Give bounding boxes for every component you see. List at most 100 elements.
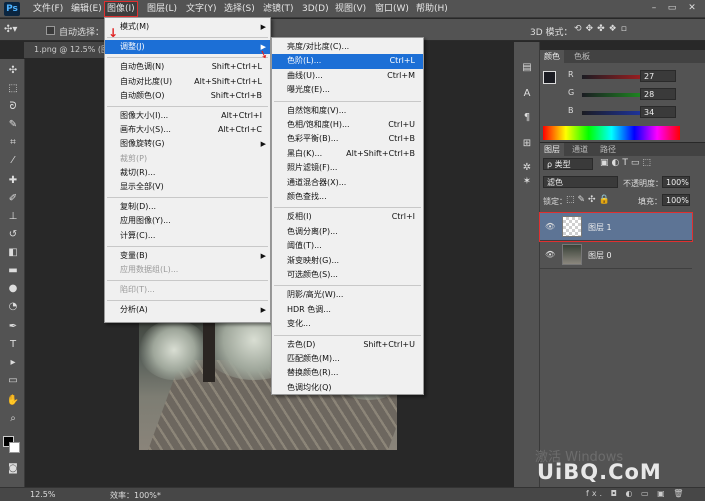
menu-file[interactable]: 文件(F) (31, 2, 65, 16)
image-menu-item[interactable]: 裁切(R)... (105, 166, 270, 180)
adjust-menu-item[interactable]: 照片滤镜(F)... (272, 161, 423, 175)
move-tool-icon[interactable]: ✣ (6, 65, 20, 77)
layer-filter-icons[interactable]: ▣◐T▭⬚ (600, 158, 654, 168)
tab-layers[interactable]: 图层 (540, 143, 564, 156)
blue-value-input[interactable]: 34 (640, 106, 676, 118)
eyedropper-tool-icon[interactable]: ⁄ (6, 155, 20, 167)
fill-input[interactable]: 100% (662, 194, 690, 206)
layer-actions-icons[interactable]: fx. ◘ ◐ ▭ ▣ 🗑 (586, 489, 686, 498)
auto-select-checkbox[interactable] (46, 26, 55, 35)
adjust-menu-item[interactable]: 色调均化(Q) (272, 381, 423, 395)
adjust-menu-item[interactable]: 可选颜色(S)... (272, 268, 423, 282)
green-value-input[interactable]: 28 (640, 88, 676, 100)
image-menu-item[interactable]: 自动色调(N) Shift+Ctrl+L (105, 60, 270, 74)
eraser-tool-icon[interactable]: ◧ (6, 247, 20, 259)
menu-view[interactable]: 视图(V) (333, 2, 368, 16)
adjust-menu-item[interactable]: 色调分离(P)... (272, 225, 423, 239)
image-menu-item[interactable]: 复制(D)... (105, 200, 270, 214)
properties-panel-icon[interactable]: ⊞ (520, 138, 534, 150)
background-color-swatch[interactable] (9, 442, 20, 453)
lasso-tool-icon[interactable]: ᘐ (6, 101, 20, 113)
move-tool-icon[interactable]: ✣▾ (4, 24, 17, 35)
adjust-menu-item[interactable]: HDR 色调... (272, 303, 423, 317)
brush-tool-icon[interactable]: ✐ (6, 193, 20, 205)
adjust-menu-item[interactable]: 变化... (272, 317, 423, 331)
lock-icons[interactable]: ⬚✎✣🔒 (566, 195, 613, 205)
menu-select[interactable]: 选择(S) (222, 2, 257, 16)
marquee-tool-icon[interactable]: ⬚ (6, 83, 20, 95)
adjust-menu-item[interactable]: 黑白(K)... Alt+Shift+Ctrl+B (272, 147, 423, 161)
image-menu-item[interactable]: 图像大小(I)... Alt+Ctrl+I (105, 109, 270, 123)
adjust-menu-item[interactable]: 通道混合器(X)... (272, 176, 423, 190)
adjust-menu-item[interactable]: 反相(I) Ctrl+I (272, 210, 423, 224)
type-tool-icon[interactable]: T (6, 339, 20, 351)
close-icon[interactable]: ✕ (686, 3, 698, 14)
menu-help[interactable]: 帮助(H) (414, 2, 450, 16)
adjust-menu-item[interactable]: 阴影/高光(W)... (272, 288, 423, 302)
blend-mode-select[interactable]: 滤色 (543, 176, 618, 188)
image-menu-item[interactable]: 变量(B) ▶ (105, 249, 270, 263)
adjust-menu-item[interactable]: 亮度/对比度(C)... (272, 40, 423, 54)
menu-edit[interactable]: 编辑(E) (69, 2, 104, 16)
tab-color[interactable]: 颜色 (540, 50, 564, 63)
layers-bottom-icons[interactable]: fx. ◘ ◐ ▭ ▣ 🗑 (540, 488, 705, 500)
shape-tool-icon[interactable]: ▭ (6, 375, 20, 387)
menu-image[interactable]: 图像(I) (104, 1, 138, 17)
tab-paths[interactable]: 路径 (596, 143, 620, 156)
adjust-menu-item[interactable]: 色相/饱和度(H)... Ctrl+U (272, 118, 423, 132)
red-value-input[interactable]: 27 (640, 70, 676, 82)
menu-type[interactable]: 文字(Y) (184, 2, 219, 16)
adjust-menu-item[interactable]: 渐变映射(G)... (272, 254, 423, 268)
layer-filter-kind[interactable]: ρ 类型 (543, 158, 593, 170)
visibility-eye-icon[interactable]: 👁 (545, 250, 555, 259)
adjust-menu-item[interactable]: 曝光度(E)... (272, 83, 423, 97)
styles-panel-icon[interactable]: ✲ (520, 162, 534, 174)
menu-filter[interactable]: 滤镜(T) (261, 2, 296, 16)
paragraph-panel-icon[interactable]: ¶ (520, 112, 534, 124)
image-menu-item[interactable]: 分析(A) ▶ (105, 303, 270, 317)
tab-swatches[interactable]: 色板 (570, 50, 594, 63)
image-menu-item[interactable]: 显示全部(V) (105, 180, 270, 194)
pen-tool-icon[interactable]: ✒ (6, 321, 20, 333)
menu-3d[interactable]: 3D(D) (300, 2, 331, 16)
history-brush-tool-icon[interactable]: ↺ (6, 229, 20, 241)
adjust-menu-item[interactable]: 阈值(T)... (272, 239, 423, 253)
opacity-input[interactable]: 100% (662, 176, 690, 188)
crop-tool-icon[interactable]: ⌗ (6, 137, 20, 149)
adjust-menu-item[interactable]: 去色(D) Shift+Ctrl+U (272, 338, 423, 352)
healing-tool-icon[interactable]: ✚ (6, 175, 20, 187)
adjust-menu-item[interactable]: 色阶(L)... Ctrl+L (272, 54, 423, 69)
history-panel-icon[interactable]: ▤ (520, 62, 534, 74)
adjust-menu-item[interactable]: 替换颜色(R)... (272, 366, 423, 380)
adjust-menu-item[interactable]: 颜色查找... (272, 190, 423, 204)
image-menu-item[interactable]: 计算(C)... (105, 229, 270, 243)
zoom-tool-icon[interactable]: ⌕ (6, 413, 20, 425)
blur-tool-icon[interactable]: ● (6, 283, 20, 295)
color-spectrum-bar[interactable] (543, 126, 680, 140)
path-select-tool-icon[interactable]: ▸ (6, 357, 20, 369)
image-menu-item[interactable]: 调整(J) ▶ (105, 40, 270, 55)
maximize-icon[interactable]: ▭ (666, 3, 678, 14)
adjust-menu-item[interactable]: 色彩平衡(B)... Ctrl+B (272, 132, 423, 146)
adjust-menu-item[interactable]: 曲线(U)... Ctrl+M (272, 69, 423, 83)
image-menu-item[interactable]: 画布大小(S)... Alt+Ctrl+C (105, 123, 270, 137)
hand-tool-icon[interactable]: ✋ (6, 395, 20, 407)
zoom-level[interactable]: 12.5% (30, 490, 55, 499)
dodge-tool-icon[interactable]: ◔ (6, 301, 20, 313)
image-menu-item[interactable]: 自动对比度(U) Alt+Shift+Ctrl+L (105, 75, 270, 89)
quick-select-tool-icon[interactable]: ✎ (6, 119, 20, 131)
visibility-eye-icon[interactable]: 👁 (545, 222, 555, 231)
tab-channels[interactable]: 通道 (568, 143, 592, 156)
brush-panel-icon[interactable]: ✶ (520, 176, 534, 188)
minimize-icon[interactable]: – (648, 3, 660, 14)
menu-layer[interactable]: 图层(L) (145, 2, 179, 16)
layer-row-1[interactable]: 👁 图层 1 (539, 212, 693, 242)
image-menu-item[interactable]: 应用图像(Y)... (105, 214, 270, 228)
image-menu-item[interactable]: 自动颜色(O) Shift+Ctrl+B (105, 89, 270, 103)
3d-mode-icons[interactable]: ⟲✥✤❖▫ (574, 24, 631, 34)
stamp-tool-icon[interactable]: ⊥ (6, 211, 20, 223)
image-menu-item[interactable]: 图像旋转(G) ▶ (105, 137, 270, 151)
quick-mask-icon[interactable]: ◙ (6, 463, 20, 475)
adjust-menu-item[interactable]: 自然饱和度(V)... (272, 104, 423, 118)
menu-window[interactable]: 窗口(W) (373, 2, 411, 16)
